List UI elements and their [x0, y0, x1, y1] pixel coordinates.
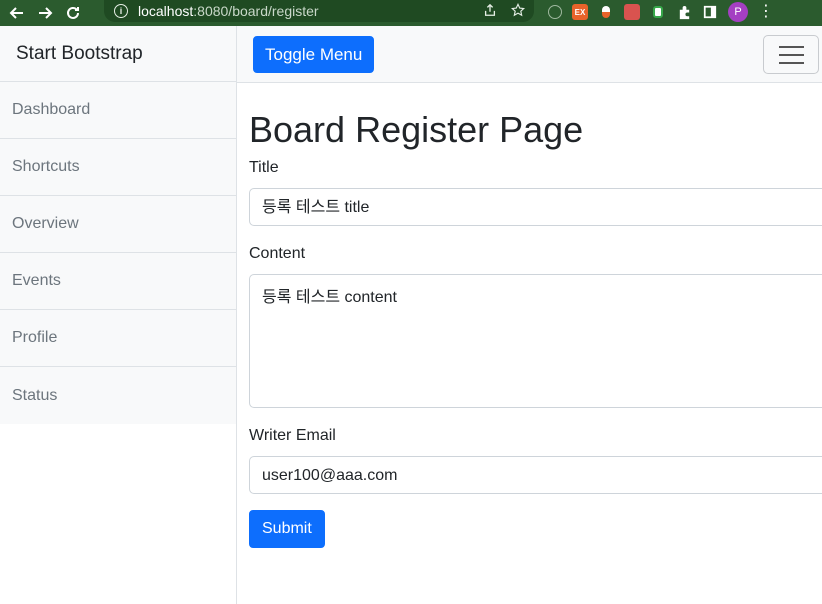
forward-arrow-icon[interactable]: [34, 2, 56, 24]
browser-toolbar: i localhost:8080/board/register EX P ⋮: [0, 0, 822, 26]
sidebar-item-events[interactable]: Events: [0, 253, 236, 310]
writer-email-label: Writer Email: [249, 427, 336, 444]
pill-extension-icon[interactable]: [598, 4, 614, 20]
title-input[interactable]: 등록 테스트 title: [249, 188, 822, 226]
sidebar: Start Bootstrap Dashboard Shortcuts Over…: [0, 26, 237, 604]
reload-icon[interactable]: [62, 2, 84, 24]
browser-menu-icon[interactable]: ⋮: [758, 4, 774, 20]
extensions-puzzle-icon[interactable]: [676, 4, 692, 20]
sidebar-item-overview[interactable]: Overview: [0, 196, 236, 253]
sidebar-item-status[interactable]: Status: [0, 367, 236, 424]
green-extension-icon[interactable]: [650, 4, 666, 20]
content-textarea[interactable]: 등록 테스트 content: [249, 274, 822, 408]
profile-avatar[interactable]: P: [728, 2, 748, 22]
sidebar-item-shortcuts[interactable]: Shortcuts: [0, 139, 236, 196]
url-text: localhost:8080/board/register: [138, 3, 319, 19]
address-bar[interactable]: i localhost:8080/board/register: [104, 0, 534, 22]
bookmark-star-icon[interactable]: [510, 2, 526, 18]
hamburger-menu-icon[interactable]: [763, 35, 819, 74]
toggle-menu-button[interactable]: Toggle Menu: [253, 36, 375, 73]
translate-extension-icon[interactable]: [548, 5, 562, 19]
main-content: Board Register Page Title 등록 테스트 title C…: [249, 83, 822, 548]
sidebar-heading[interactable]: Start Bootstrap: [0, 26, 236, 82]
content-label: Content: [249, 245, 306, 262]
side-panel-icon[interactable]: [702, 4, 718, 20]
back-arrow-icon[interactable]: [6, 2, 28, 24]
sidebar-item-profile[interactable]: Profile: [0, 310, 236, 367]
top-navbar: Toggle Menu: [237, 26, 822, 83]
share-icon[interactable]: [482, 2, 498, 18]
page-title: Board Register Page: [249, 109, 584, 150]
sidebar-item-dashboard[interactable]: Dashboard: [0, 82, 236, 139]
title-label: Title: [249, 159, 279, 176]
site-info-icon[interactable]: i: [114, 4, 128, 18]
writer-email-input[interactable]: user100@aaa.com: [249, 456, 822, 494]
ex-extension-icon[interactable]: EX: [572, 4, 588, 20]
submit-button[interactable]: Submit: [249, 510, 325, 548]
screenshot-extension-icon[interactable]: [624, 4, 640, 20]
